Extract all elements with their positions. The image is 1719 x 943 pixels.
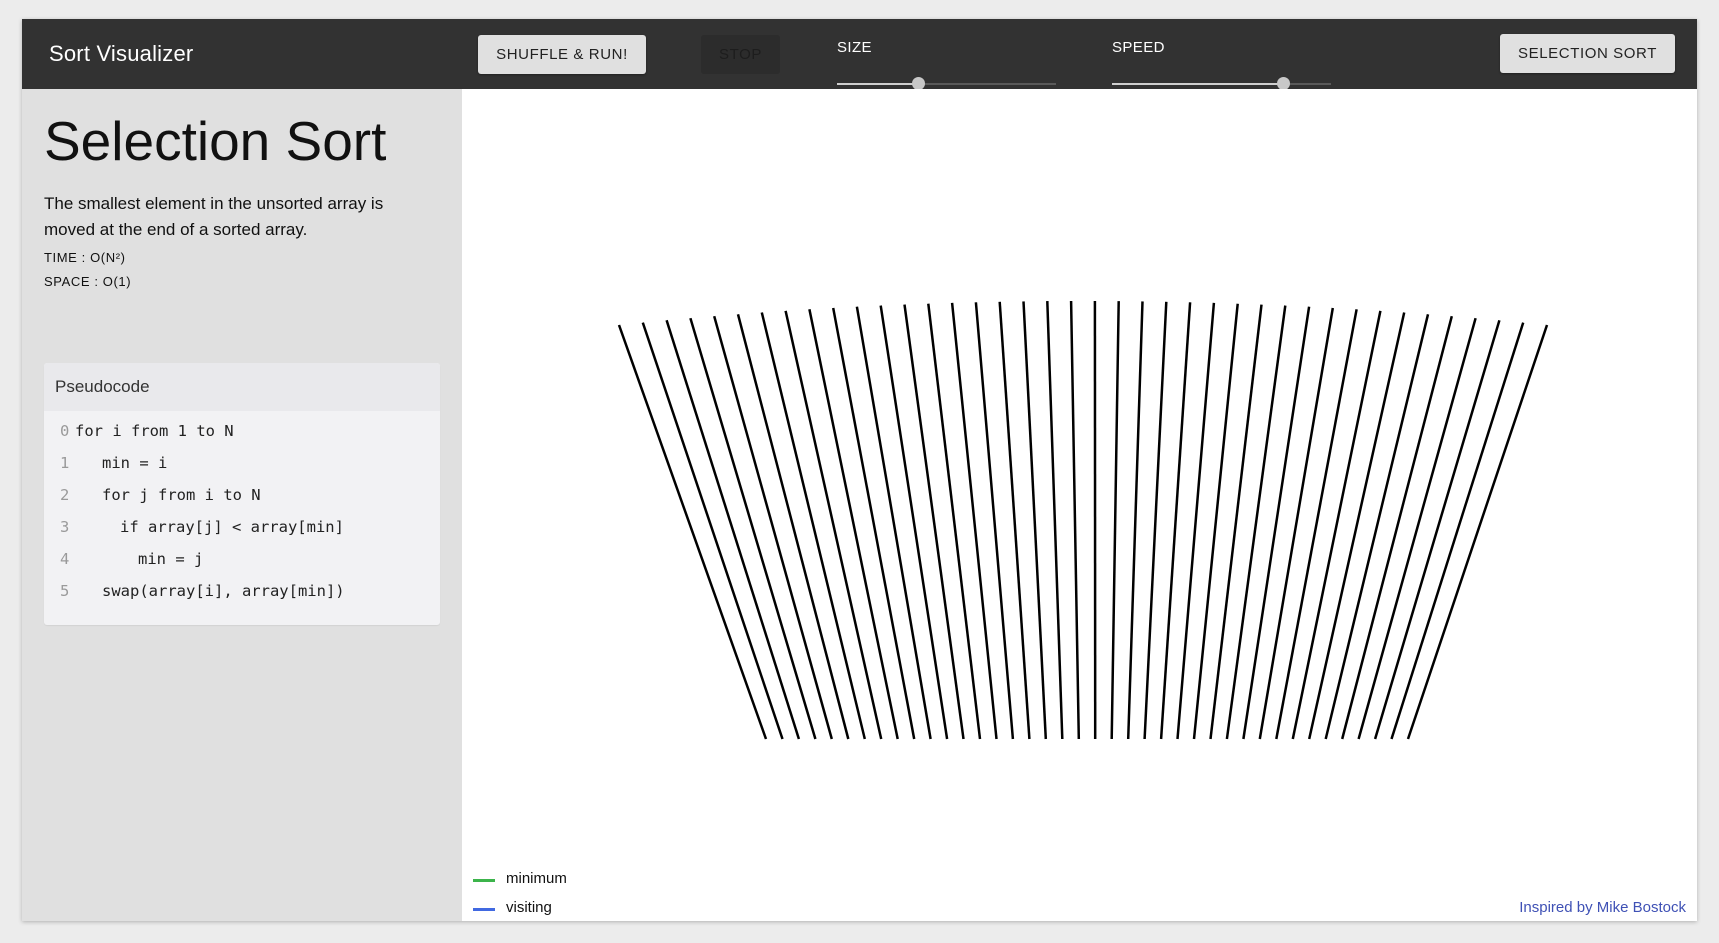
sort-bar-line	[1143, 301, 1168, 740]
line-code: for j from i to N	[102, 486, 261, 504]
size-slider-track[interactable]	[837, 77, 1056, 90]
sort-bar-line	[1069, 300, 1081, 740]
sort-bar-line	[784, 310, 883, 740]
line-number: 4	[60, 550, 70, 568]
speed-slider-label: SPEED	[1112, 39, 1165, 56]
sort-bar-line	[1192, 303, 1239, 740]
line-number: 2	[60, 486, 70, 504]
sort-bar-line	[1022, 301, 1048, 740]
legend-minimum-label: minimum	[506, 870, 567, 887]
stop-button[interactable]: STOP	[701, 35, 780, 74]
sort-bar-line	[808, 309, 899, 740]
pseudocode-line: 4 min = j	[44, 548, 440, 580]
sort-bar-line	[831, 307, 916, 740]
line-code: for i from 1 to N	[75, 422, 234, 440]
sort-bar-line	[1340, 315, 1454, 740]
algorithm-title: Selection Sort	[44, 110, 387, 172]
line-number: 5	[60, 582, 70, 600]
line-code: swap(array[i], array[min])	[102, 582, 345, 600]
pseudocode-line: 2 for j from i to N	[44, 484, 440, 516]
size-slider-label: SIZE	[837, 39, 872, 56]
line-code: if array[j] < array[min]	[120, 518, 344, 536]
sort-bar-line	[1046, 301, 1064, 740]
pseudocode-lines: 0 for i from 1 to N 1 min = i 2 for j fr…	[44, 420, 440, 612]
line-number: 0	[60, 422, 70, 440]
pseudocode-header: Pseudocode	[44, 363, 440, 411]
sort-bar-line	[1159, 302, 1192, 740]
sort-bar-line	[1406, 324, 1549, 740]
pseudocode-line: 5 swap(array[i], array[min])	[44, 580, 440, 612]
sort-bar-line	[950, 302, 998, 740]
line-code: min = i	[102, 454, 168, 472]
algorithm-description: The smallest element in the unsorted arr…	[44, 194, 384, 239]
algorithm-select-button[interactable]: SELECTION SORT	[1500, 34, 1675, 73]
sort-bar-line	[1307, 312, 1406, 740]
speed-slider-track[interactable]	[1112, 77, 1331, 90]
legend-minimum-swatch	[473, 879, 495, 882]
sort-bar-line	[1126, 301, 1144, 740]
pseudocode-title: Pseudocode	[55, 377, 150, 396]
sort-bar-line	[1275, 309, 1358, 740]
sort-bar-line	[617, 324, 768, 740]
size-slider-fill	[837, 83, 919, 85]
credit-link[interactable]: Inspired by Mike Bostock	[1519, 899, 1686, 916]
top-toolbar: Sort Visualizer SHUFFLE & RUN! STOP SIZE…	[22, 19, 1697, 90]
shuffle-run-button[interactable]: SHUFFLE & RUN!	[478, 35, 646, 74]
speed-slider-fill	[1112, 83, 1283, 85]
sort-bar-line	[1373, 319, 1501, 740]
sort-bar-line	[998, 301, 1031, 740]
sort-bar-line	[1110, 301, 1120, 740]
sort-bar-line	[1176, 302, 1216, 740]
sort-bar-line	[974, 302, 1015, 740]
pseudocode-line: 1 min = i	[44, 452, 440, 484]
legend-visiting-swatch	[473, 908, 495, 911]
algorithm-sidebar: Selection Sort The smallest element in t…	[22, 89, 462, 921]
sort-bar-line	[1258, 307, 1335, 740]
sort-lines-canvas	[617, 300, 1549, 740]
pseudocode-line: 0 for i from 1 to N	[44, 420, 440, 452]
size-slider[interactable]: SIZE	[835, 39, 1056, 90]
space-complexity: SPACE : O(1)	[44, 274, 132, 289]
sort-bar-line	[689, 317, 817, 740]
sort-visualization: minimum visiting Inspired by Mike Bostoc…	[462, 89, 1697, 921]
sort-bar-line	[736, 313, 850, 740]
app-title: Sort Visualizer	[49, 41, 194, 66]
pseudocode-panel: Pseudocode 0 for i from 1 to N 1 min = i…	[44, 363, 440, 625]
time-complexity: TIME : O(N²)	[44, 250, 126, 265]
sort-bar-line	[641, 322, 784, 740]
legend-visiting-label: visiting	[506, 899, 552, 916]
line-number: 3	[60, 518, 70, 536]
sort-bar-line	[1291, 310, 1382, 740]
sort-visualizer-app: Sort Visualizer SHUFFLE & RUN! STOP SIZE…	[22, 19, 1697, 921]
pseudocode-line: 3 if array[j] < array[min]	[44, 516, 440, 548]
line-code: min = j	[138, 550, 204, 568]
speed-slider[interactable]: SPEED	[1110, 39, 1331, 90]
line-number: 1	[60, 454, 70, 472]
